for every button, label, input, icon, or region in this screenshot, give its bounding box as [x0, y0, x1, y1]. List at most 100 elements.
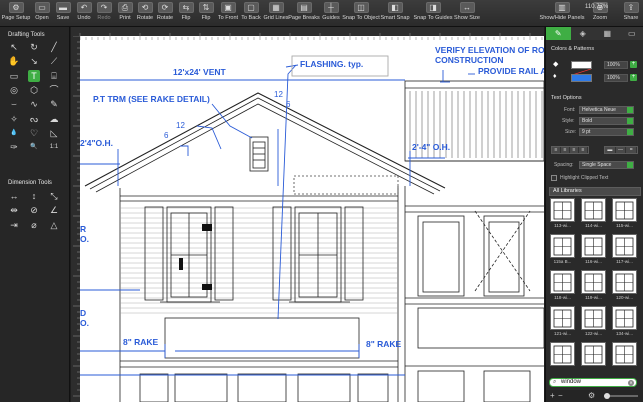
- align-center-icon[interactable]: ≡: [561, 147, 570, 153]
- page-breaks-button[interactable]: ▤ Page Breaks: [288, 2, 320, 26]
- double-line-icon[interactable]: =: [626, 147, 638, 153]
- text-tool-icon[interactable]: T: [28, 69, 40, 82]
- arc-tool-icon[interactable]: ⌒: [48, 84, 60, 96]
- note-trim[interactable]: P.T TRM (SEE RAKE DETAIL): [93, 94, 210, 104]
- ruler-left[interactable]: [71, 35, 80, 402]
- library-item[interactable]: [610, 342, 639, 376]
- alignment-segment[interactable]: ≡ ≡ ≡ ≡: [551, 146, 589, 154]
- align-justify-icon[interactable]: ≡: [579, 147, 588, 153]
- library-item[interactable]: 120-wi...: [610, 270, 639, 304]
- library-search-input[interactable]: ⌕ window ✕: [549, 378, 637, 387]
- note-provide-rail[interactable]: PROVIDE RAIL AT: [478, 66, 544, 76]
- pitch-label[interactable]: 12: [274, 90, 283, 99]
- pitch-label[interactable]: 6: [164, 131, 169, 140]
- hand-tool-icon[interactable]: ✋: [8, 55, 20, 67]
- rectangle-tool-icon[interactable]: ▭: [8, 70, 20, 82]
- library-item[interactable]: 115a B...: [548, 234, 577, 268]
- arrow-tool-icon[interactable]: ↖: [8, 41, 20, 53]
- horizontal-dimension-icon[interactable]: ↔: [8, 190, 20, 202]
- library-item[interactable]: 117-wi...: [610, 234, 639, 268]
- droplet-tool-icon[interactable]: 💧: [8, 127, 20, 139]
- library-item[interactable]: 134-wi...: [610, 306, 639, 340]
- fill-color-swatch[interactable]: [571, 74, 592, 82]
- library-item[interactable]: 115-wi...: [610, 198, 639, 232]
- library-item[interactable]: [548, 342, 577, 376]
- strike-icon[interactable]: —: [616, 147, 627, 153]
- stroke-color-swatch[interactable]: [571, 61, 592, 76]
- aligned-dimension-icon[interactable]: ⤡: [48, 190, 60, 202]
- slider-knob[interactable]: [604, 393, 610, 399]
- area-dimension-icon[interactable]: △: [48, 219, 60, 231]
- style-select[interactable]: Bold: [579, 117, 634, 125]
- add-stroke-button[interactable]: +: [630, 61, 637, 68]
- spacing-select[interactable]: Single Space: [579, 161, 634, 169]
- magnify-tool-icon[interactable]: 🔍: [28, 141, 40, 153]
- guides-button[interactable]: ┼ Guides: [317, 2, 345, 26]
- note-construction[interactable]: CONSTRUCTION: [435, 55, 503, 65]
- elevation-drawing[interactable]: VERIFY ELEVATION OF ROOF CONSTRUCTION PR…: [80, 36, 544, 402]
- tab-table[interactable]: ▦: [595, 27, 620, 40]
- note-fragment[interactable]: O.: [80, 234, 89, 244]
- library-item[interactable]: [579, 342, 608, 376]
- smart-snap-button[interactable]: ◧ Smart Snap: [380, 2, 410, 26]
- align-left-icon[interactable]: ≡: [552, 147, 561, 153]
- note-vent[interactable]: 12'x24' VENT: [173, 67, 227, 77]
- curve-tool-icon[interactable]: ⌣: [8, 98, 20, 110]
- note-rake-left[interactable]: 8" RAKE: [123, 337, 159, 347]
- note-fragment[interactable]: R: [80, 224, 86, 234]
- arrow-line-tool-icon[interactable]: ↘: [28, 55, 40, 67]
- page-setup-button[interactable]: ⚙ Page Setup: [2, 2, 30, 26]
- angle-dimension-icon[interactable]: ∠: [48, 204, 60, 216]
- grid-lines-button[interactable]: ▦ Grid Lines: [262, 2, 290, 26]
- baseline-dimension-icon[interactable]: ⇥: [8, 219, 20, 231]
- circle-tool-icon[interactable]: ◎: [8, 84, 20, 96]
- add-library-icon[interactable]: +: [550, 391, 555, 400]
- note-flashing[interactable]: FLASHING. typ.: [300, 59, 363, 69]
- underline-icon[interactable]: ▬: [605, 147, 616, 153]
- align-right-icon[interactable]: ≡: [570, 147, 579, 153]
- library-item[interactable]: 118-wi...: [548, 270, 577, 304]
- snap-to-guides-button[interactable]: ◨ Snap To Guides: [413, 2, 453, 26]
- snap-to-object-button[interactable]: ◫ Snap To Object: [342, 2, 380, 26]
- tab-layers[interactable]: ◈: [571, 27, 596, 40]
- ruler-top[interactable]: [71, 27, 544, 40]
- diameter-dimension-icon[interactable]: ⌀: [28, 219, 40, 231]
- library-item[interactable]: 116-wi...: [579, 234, 608, 268]
- note-overhang-left[interactable]: 2'4"O.H.: [80, 138, 113, 148]
- pen-tool-icon[interactable]: ✎: [48, 98, 60, 110]
- pitch-label[interactable]: 12: [176, 121, 185, 130]
- library-select[interactable]: All Libraries: [549, 187, 641, 196]
- star-tool-icon[interactable]: ✧: [8, 113, 20, 125]
- pitch-label[interactable]: 6: [286, 100, 291, 109]
- bezier-tool-icon[interactable]: ᔓ: [28, 113, 40, 125]
- eyedropper-tool-icon[interactable]: ✑: [8, 141, 20, 153]
- callout-tool-icon[interactable]: ⌸: [48, 70, 60, 82]
- radius-dimension-icon[interactable]: ⊘: [28, 204, 40, 216]
- library-gear-icon[interactable]: ⚙: [588, 391, 595, 400]
- vertical-dimension-icon[interactable]: ↕: [28, 190, 40, 202]
- tab-styles[interactable]: ✎: [546, 27, 571, 40]
- library-item[interactable]: 121-wi...: [548, 306, 577, 340]
- rotate-tool-icon[interactable]: ↻: [28, 41, 40, 53]
- line-style-segment[interactable]: ▬ — =: [604, 146, 638, 154]
- note-rake-right[interactable]: 8" RAKE: [366, 339, 402, 349]
- show-hide-panels-button[interactable]: ▥ Show/Hide Panels: [540, 2, 584, 26]
- drawing-canvas[interactable]: VERIFY ELEVATION OF ROOF CONSTRUCTION PR…: [71, 27, 544, 402]
- line-tool-icon[interactable]: ╱: [48, 41, 60, 53]
- show-size-button[interactable]: ↔ Show Size: [453, 2, 481, 26]
- thumbnail-size-slider[interactable]: [604, 393, 638, 399]
- clear-search-icon[interactable]: ✕: [628, 380, 634, 386]
- stroke-opacity-field[interactable]: 100%: [604, 61, 628, 69]
- polygon-tool-icon[interactable]: ⬡: [28, 84, 40, 96]
- scale-tool-icon[interactable]: 1:1: [48, 141, 60, 153]
- note-verify[interactable]: VERIFY ELEVATION OF ROOF: [435, 45, 544, 55]
- wall-tool-icon[interactable]: ⟋: [48, 55, 60, 67]
- font-select[interactable]: Helvetica Neue: [579, 106, 634, 114]
- note-overhang-right[interactable]: 2'-4" O.H.: [412, 142, 450, 152]
- cloud-tool-icon[interactable]: ☁: [48, 113, 60, 125]
- to-back-button[interactable]: ▢ To Back: [237, 2, 265, 26]
- share-button[interactable]: ⇪ Share: [617, 2, 643, 26]
- spline-tool-icon[interactable]: ∿: [28, 98, 40, 110]
- library-item[interactable]: 113-wi...: [548, 198, 577, 232]
- chain-dimension-icon[interactable]: ⇹: [8, 204, 20, 216]
